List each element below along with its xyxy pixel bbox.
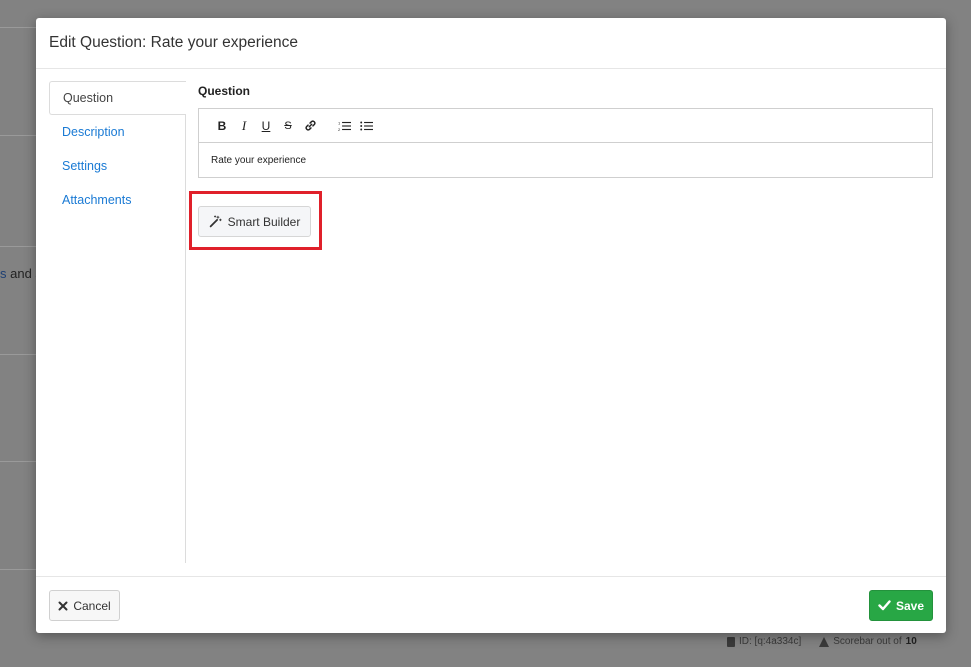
tab-question[interactable]: Question xyxy=(49,81,186,115)
bg-divider xyxy=(0,354,36,355)
svg-text:1: 1 xyxy=(338,120,341,125)
rich-text-editor: B I U S 12 Rate your experience xyxy=(198,108,933,178)
tab-attachments[interactable]: Attachments xyxy=(49,183,185,217)
save-label: Save xyxy=(895,598,925,613)
bg-divider xyxy=(0,27,36,28)
smart-builder-label: Smart Builder xyxy=(227,214,301,229)
edit-question-modal: Edit Question: Rate your experience Ques… xyxy=(36,18,946,633)
bg-divider xyxy=(0,461,36,462)
side-nav: Question Description Settings Attachment… xyxy=(49,81,186,563)
cancel-label: Cancel xyxy=(73,598,111,613)
link-icon[interactable] xyxy=(299,116,321,136)
bold-icon[interactable]: B xyxy=(211,116,233,136)
editor-content[interactable]: Rate your experience xyxy=(199,143,932,177)
tab-settings[interactable]: Settings xyxy=(49,149,185,183)
editor-toolbar: B I U S 12 xyxy=(199,109,932,143)
tab-description[interactable]: Description xyxy=(49,115,185,149)
underline-icon[interactable]: U xyxy=(255,116,277,136)
svg-text:2: 2 xyxy=(338,126,341,131)
cancel-button[interactable]: Cancel xyxy=(49,590,120,621)
bg-divider xyxy=(0,246,36,247)
modal-header: Edit Question: Rate your experience xyxy=(36,18,946,69)
bg-divider xyxy=(0,569,36,570)
pin-icon xyxy=(819,636,830,647)
smart-builder-button[interactable]: Smart Builder xyxy=(198,206,311,237)
check-icon xyxy=(878,600,891,611)
bg-footer: ID: [q:4a334c] Scorebar out of 10 xyxy=(727,636,917,647)
question-content: Question B I U S 12 Rate your experience xyxy=(198,81,933,178)
strikethrough-icon[interactable]: S xyxy=(277,116,299,136)
bg-divider xyxy=(0,135,36,136)
ordered-list-icon[interactable]: 12 xyxy=(333,116,355,136)
question-label: Question xyxy=(198,84,251,98)
modal-title: Edit Question: Rate your experience xyxy=(49,34,298,51)
modal-footer: Cancel Save xyxy=(36,576,946,633)
italic-icon[interactable]: I xyxy=(233,116,255,136)
magic-wand-icon xyxy=(209,215,222,228)
unordered-list-icon[interactable] xyxy=(355,116,377,136)
bg-question-id: ID: [q:4a334c] xyxy=(739,636,802,647)
bg-scorebar-label: Scorebar out of xyxy=(833,636,902,647)
save-button[interactable]: Save xyxy=(869,590,933,621)
trash-icon xyxy=(727,636,735,647)
bg-scorebar-value: 10 xyxy=(905,636,917,647)
close-icon xyxy=(58,601,68,610)
